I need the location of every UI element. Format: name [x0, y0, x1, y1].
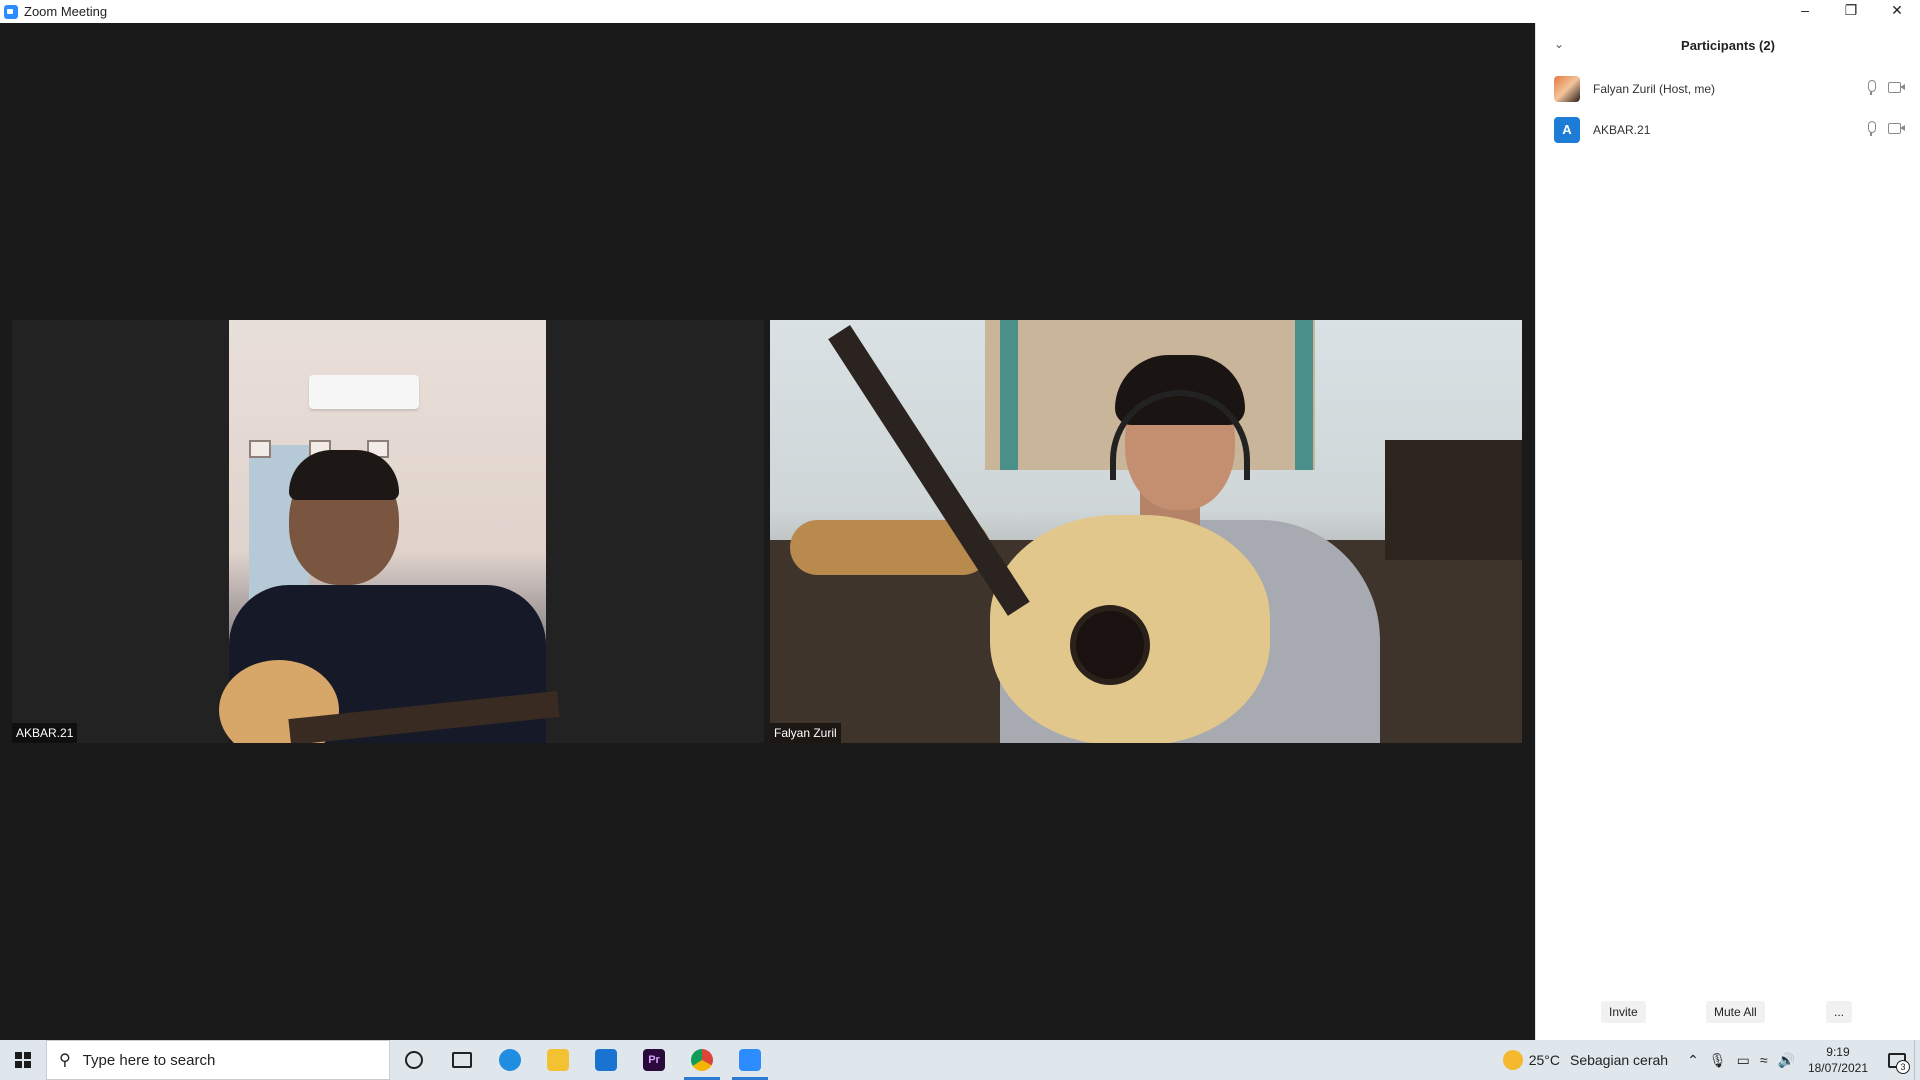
search-icon: ⚲	[59, 1052, 71, 1069]
more-options-button[interactable]: ...	[1826, 1001, 1853, 1023]
participants-panel: ⌄ Participants (2) Falyan Zuril (Host, m…	[1535, 23, 1920, 1040]
microphone-icon[interactable]: 🎙	[1709, 1052, 1727, 1069]
volume-icon[interactable]: 🔊	[1778, 1052, 1795, 1069]
window-titlebar: Zoom Meeting – ❐ ✕	[0, 0, 1920, 23]
video-stage: AKBAR.21 Falyan Zuril	[0, 23, 1535, 1040]
participant-controls	[1866, 80, 1906, 96]
premiere-button[interactable]: Pr	[630, 1040, 678, 1080]
window-title: Zoom Meeting	[24, 4, 108, 19]
invite-button[interactable]: Invite	[1601, 1001, 1646, 1023]
video-feed-falyan	[770, 320, 1522, 743]
premiere-icon: Pr	[643, 1049, 665, 1071]
clock-date: 18/07/2021	[1807, 1061, 1868, 1075]
partly-sunny-icon[interactable]	[1502, 1050, 1523, 1070]
mail-icon	[595, 1049, 617, 1071]
close-button[interactable]: ✕	[1874, 0, 1920, 20]
task-view-icon	[452, 1052, 472, 1068]
weather-temperature[interactable]: 25°C	[1529, 1052, 1560, 1068]
chevron-down-icon[interactable]: ⌄	[1554, 37, 1564, 51]
wall-vent	[249, 440, 271, 458]
participant-row[interactable]: A AKBAR.21	[1536, 109, 1920, 150]
zoom-button[interactable]	[726, 1040, 774, 1080]
file-explorer-button[interactable]	[534, 1040, 582, 1080]
participants-footer: Invite Mute All ...	[1536, 991, 1920, 1035]
search-placeholder: Type here to search	[82, 1051, 216, 1069]
participants-title: Participants (2)	[1681, 38, 1775, 53]
video-tile-falyan[interactable]: Falyan Zuril	[770, 320, 1522, 743]
mail-button[interactable]	[582, 1040, 630, 1080]
mic-icon[interactable]	[1866, 121, 1876, 137]
edge-button[interactable]	[486, 1040, 534, 1080]
system-tray: 25°C Sebagian cerah ⌃ 🎙 ▭ ≈ 🔊 9:19 18/07…	[1502, 1040, 1920, 1080]
start-button[interactable]	[0, 1040, 46, 1080]
tile-name-label: Falyan Zuril	[770, 723, 841, 743]
participant-name: Falyan Zuril (Host, me)	[1593, 81, 1716, 96]
participants-header: ⌄ Participants (2)	[1536, 23, 1920, 68]
air-conditioner	[309, 375, 419, 409]
window-controls: – ❐ ✕	[1782, 0, 1920, 23]
mute-all-button[interactable]: Mute All	[1706, 1001, 1765, 1023]
restore-button[interactable]: ❐	[1828, 0, 1874, 20]
participant-controls	[1866, 121, 1906, 137]
participant-name: AKBAR.21	[1593, 122, 1651, 137]
edge-icon	[499, 1049, 521, 1071]
action-center-button[interactable]: 3	[1880, 1040, 1914, 1080]
file-explorer-icon	[547, 1049, 569, 1071]
zoom-app-icon	[4, 4, 18, 19]
windows-taskbar: ⚲ Type here to search Pr 25°C Sebagian c…	[0, 1040, 1920, 1080]
video-camera-icon[interactable]	[1888, 80, 1906, 94]
avatar: A	[1554, 116, 1580, 143]
participants-list: Falyan Zuril (Host, me) A AKBAR.21	[1536, 68, 1920, 150]
task-view-button[interactable]	[438, 1040, 486, 1080]
clock-time: 9:19	[1826, 1045, 1850, 1059]
video-tile-akbar[interactable]: AKBAR.21	[12, 320, 764, 743]
chrome-button[interactable]	[678, 1040, 726, 1080]
video-camera-icon[interactable]	[1888, 121, 1906, 135]
zoom-icon	[739, 1049, 761, 1071]
clock[interactable]: 9:19 18/07/2021	[1808, 1044, 1868, 1076]
shelf	[1385, 440, 1522, 560]
tile-name-label: AKBAR.21	[12, 723, 78, 743]
battery-icon[interactable]: ▭	[1737, 1052, 1750, 1069]
weather-description[interactable]: Sebagian cerah	[1570, 1052, 1668, 1068]
chevron-up-icon[interactable]: ⌃	[1687, 1052, 1699, 1069]
notification-badge: 3	[1896, 1060, 1910, 1074]
curtain-strip	[1000, 320, 1018, 470]
cortana-button[interactable]	[390, 1040, 438, 1080]
mic-icon[interactable]	[1866, 80, 1876, 96]
minimize-button[interactable]: –	[1782, 0, 1828, 20]
taskbar-search-box[interactable]: ⚲ Type here to search	[46, 1040, 390, 1080]
curtain-strip	[1295, 320, 1313, 470]
windows-logo-icon	[15, 1052, 31, 1068]
wifi-icon[interactable]: ≈	[1760, 1052, 1768, 1068]
participant-row[interactable]: Falyan Zuril (Host, me)	[1536, 68, 1920, 109]
guitar-soundhole	[1070, 605, 1150, 685]
chrome-icon	[691, 1049, 713, 1071]
avatar	[1554, 75, 1580, 102]
show-desktop-button[interactable]	[1914, 1040, 1920, 1080]
video-feed-akbar	[219, 320, 560, 743]
cortana-icon	[405, 1051, 423, 1069]
